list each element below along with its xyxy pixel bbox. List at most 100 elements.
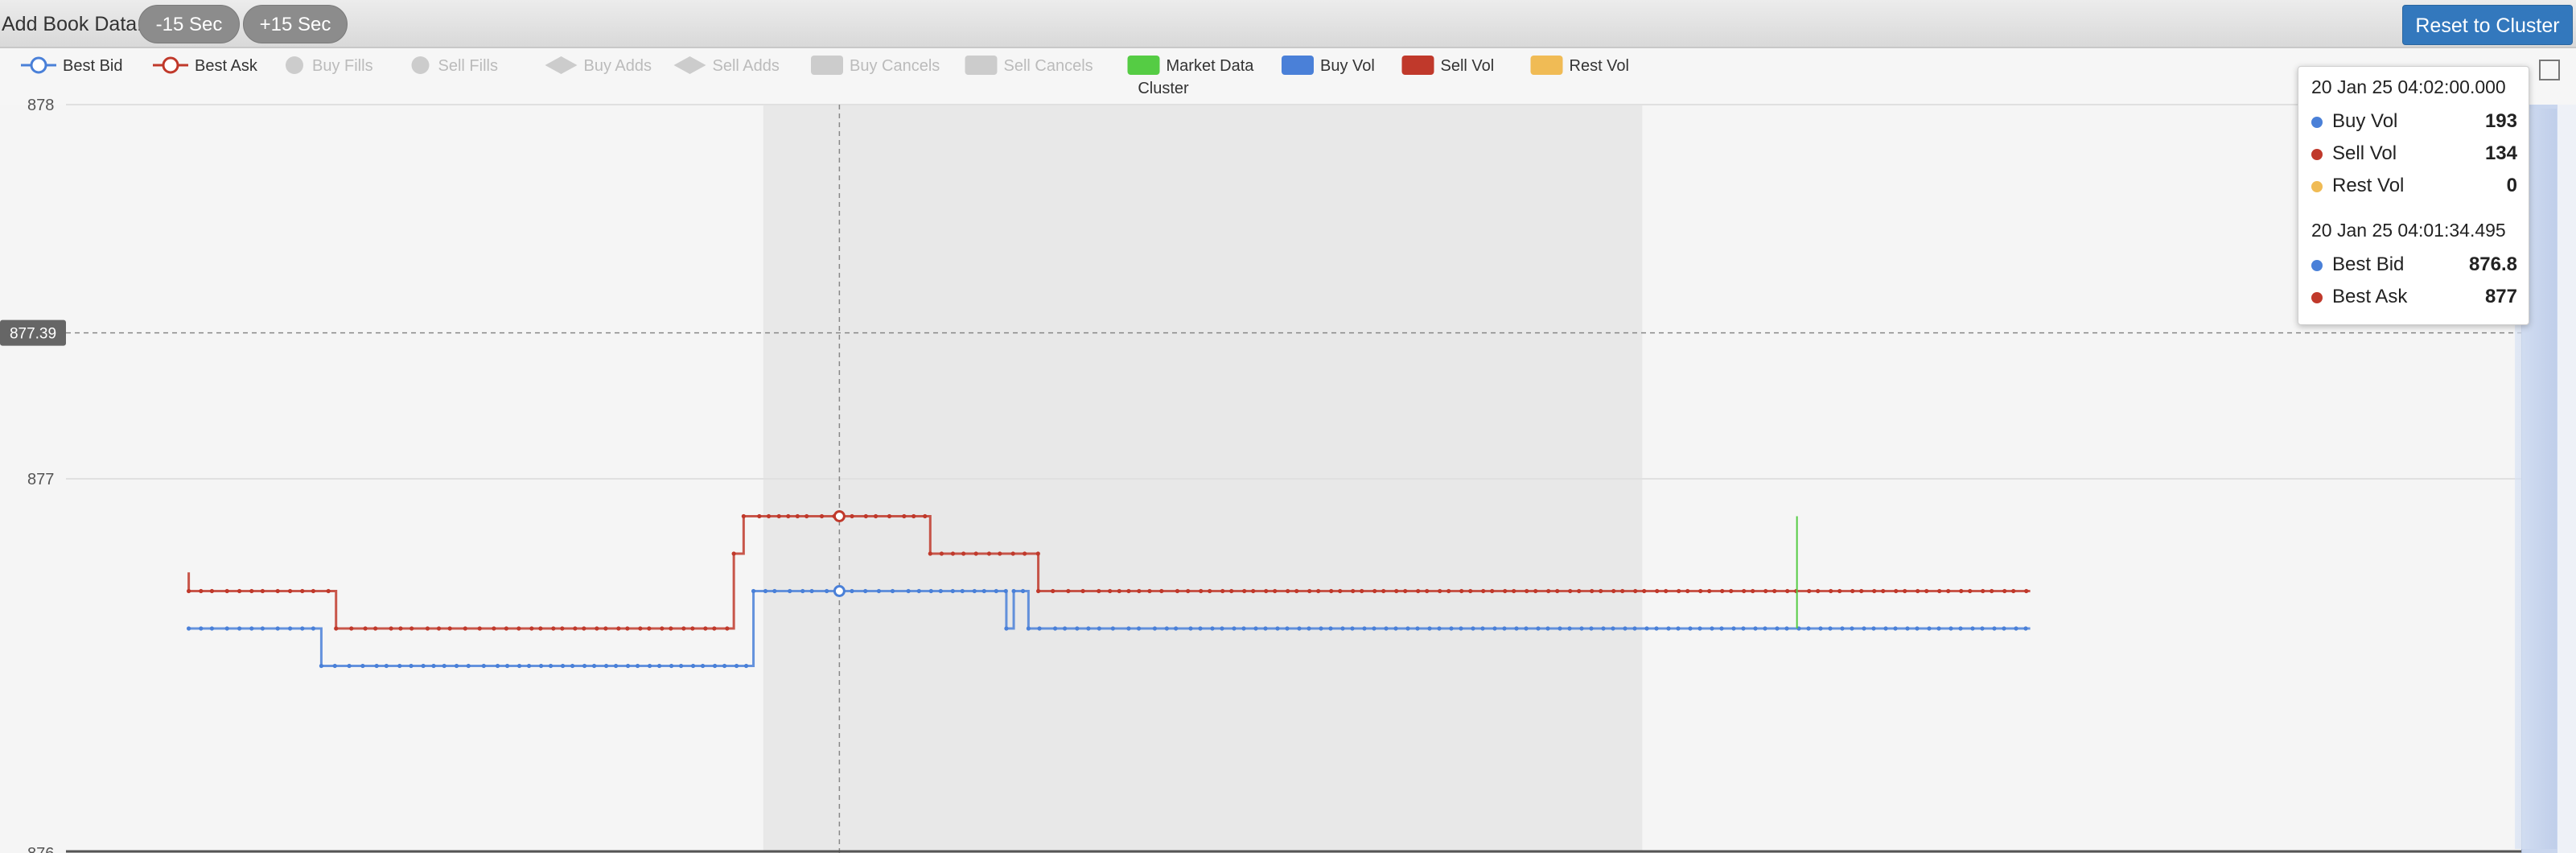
data-point	[249, 588, 254, 594]
legend-item-sell-adds[interactable]: Sell Adds	[673, 56, 780, 75]
data-point	[1881, 588, 1886, 594]
tooltip-series-value: 0	[2506, 175, 2517, 196]
data-point	[1688, 626, 1693, 631]
data-point	[2002, 626, 2006, 631]
fullscreen-icon[interactable]	[2539, 60, 2560, 80]
legend-item-buy-fills[interactable]: Buy Fills	[286, 56, 373, 75]
legend-item-sell-cancels[interactable]: Sell Cancels	[965, 56, 1093, 75]
data-point	[504, 626, 508, 631]
data-point	[551, 626, 556, 631]
data-point	[1990, 588, 1994, 594]
data-point	[591, 663, 597, 669]
data-point	[1850, 626, 1854, 631]
data-point	[725, 626, 730, 631]
data-point	[1381, 588, 1386, 594]
data-point	[1601, 626, 1606, 631]
data-point	[809, 588, 814, 594]
data-point	[1620, 588, 1625, 594]
data-point	[804, 513, 809, 519]
reset-to-cluster-button[interactable]: Reset to Cluster	[2402, 5, 2573, 45]
legend-item-buy-vol[interactable]: Buy Vol	[1282, 56, 1375, 75]
data-point	[863, 513, 868, 519]
legend-diamond-icon	[545, 56, 578, 74]
legend-label: Buy Fills	[312, 57, 373, 75]
data-point	[1784, 626, 1789, 631]
data-point	[1329, 588, 1334, 594]
tooltip-series-value: 877	[2484, 286, 2517, 307]
data-point	[1883, 626, 1888, 631]
data-point	[447, 626, 452, 631]
data-point	[529, 626, 534, 631]
tooltip-row-best-ask: Best Ask 877	[2311, 286, 2517, 310]
data-point	[1468, 588, 1473, 594]
plus-15-sec-button[interactable]: +15 Sec	[243, 5, 348, 43]
data-point	[603, 626, 608, 631]
series-dot-icon	[2311, 292, 2323, 303]
legend-circle-icon	[162, 56, 179, 74]
series-dot-icon	[2311, 181, 2323, 192]
data-point	[374, 663, 379, 669]
tooltip-row-buy-vol: Buy Vol 193	[2311, 110, 2517, 134]
legend-label: Best Bid	[63, 57, 122, 75]
data-point	[1611, 588, 1616, 594]
data-point	[1859, 588, 1864, 594]
data-point	[1502, 626, 1507, 631]
data-point	[1264, 588, 1269, 594]
data-point	[1394, 588, 1399, 594]
data-point	[916, 588, 921, 594]
data-point	[1003, 588, 1008, 594]
data-point	[2024, 588, 2029, 594]
hover-marker-best-ask	[833, 510, 846, 522]
data-point	[1981, 588, 1985, 594]
legend-item-rest-vol[interactable]: Rest Vol	[1530, 56, 1629, 75]
data-point	[1642, 588, 1647, 594]
data-point	[1164, 626, 1169, 631]
legend-label: Sell Cancels	[1004, 57, 1093, 75]
data-point	[1871, 626, 1876, 631]
navigator-scrollbar[interactable]	[2557, 105, 2576, 853]
legend-item-best-ask[interactable]: Best Ask	[153, 56, 258, 75]
data-point	[1850, 588, 1855, 594]
legend-diamond-icon	[673, 56, 706, 74]
data-point	[1253, 626, 1258, 631]
data-point	[1242, 588, 1247, 594]
data-point	[1108, 588, 1113, 594]
data-point	[1063, 626, 1068, 631]
data-point	[349, 626, 354, 631]
data-point	[1198, 626, 1203, 631]
data-point	[1117, 588, 1121, 594]
data-point	[187, 626, 191, 631]
data-point	[1362, 626, 1367, 631]
y-tick-label: 877	[27, 471, 54, 488]
data-point	[1525, 588, 1529, 594]
data-point	[625, 663, 631, 669]
crosshair-y-label: 877.39	[10, 326, 56, 343]
data-point	[972, 588, 977, 594]
legend-label: Rest Vol	[1570, 57, 1629, 75]
data-point	[1186, 588, 1191, 594]
data-point	[939, 551, 944, 556]
minus-15-sec-button[interactable]: -15 Sec	[138, 5, 240, 43]
data-point	[1828, 626, 1833, 631]
data-point	[1338, 588, 1343, 594]
data-point	[1710, 626, 1714, 631]
data-point	[1126, 588, 1131, 594]
data-point	[1384, 626, 1389, 631]
chart-tooltip: 20 Jan 25 04:02:00.000 Buy Vol 193 Sell Vo…	[2298, 66, 2529, 325]
data-point	[1403, 588, 1408, 594]
data-point	[1004, 626, 1009, 631]
data-point	[938, 588, 943, 594]
data-point	[1697, 626, 1702, 631]
data-point	[1644, 626, 1649, 631]
legend-item-buy-cancels[interactable]: Buy Cancels	[811, 56, 940, 75]
legend-item-best-bid[interactable]: Best Bid	[21, 56, 122, 75]
data-point	[1492, 626, 1497, 631]
data-point	[998, 551, 1002, 556]
legend-item-market-data[interactable]: Market Data	[1127, 56, 1255, 75]
legend-item-sell-vol[interactable]: Sell Vol	[1401, 56, 1495, 75]
legend-item-sell-fills[interactable]: Sell Fills	[411, 56, 498, 75]
data-point	[928, 588, 933, 594]
data-point	[1427, 626, 1432, 631]
data-point	[1751, 588, 1755, 594]
legend-item-buy-adds[interactable]: Buy Adds	[545, 56, 652, 75]
